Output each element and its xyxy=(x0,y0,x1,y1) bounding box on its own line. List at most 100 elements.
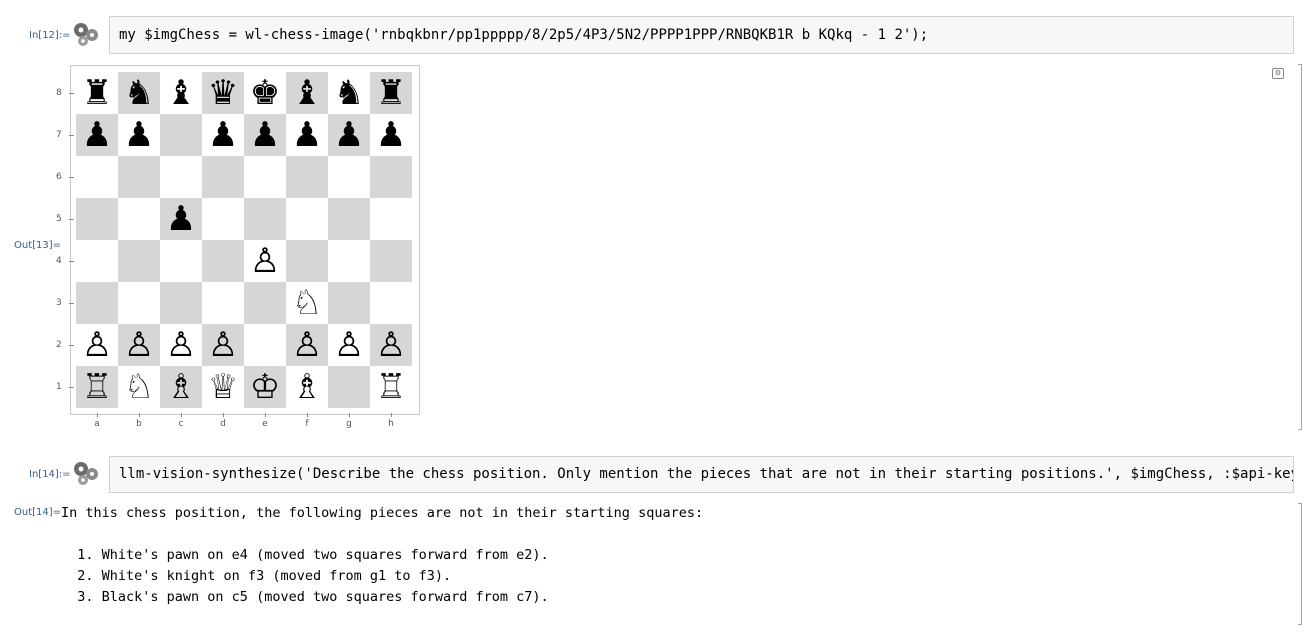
chess-piece: ♙ xyxy=(375,325,407,365)
square-h2: ♙ xyxy=(370,324,412,366)
chess-piece: ♗ xyxy=(165,367,197,407)
square-a8: ♜ xyxy=(76,72,118,114)
chess-piece: ♟ xyxy=(123,115,155,155)
square-e8: ♚ xyxy=(244,72,286,114)
chess-piece: ♟ xyxy=(375,115,407,155)
square-a6 xyxy=(76,156,118,198)
chess-piece: ♔ xyxy=(249,367,281,407)
square-e6 xyxy=(244,156,286,198)
file-label: a xyxy=(94,419,100,429)
rank-tick xyxy=(69,93,74,94)
square-a7: ♟ xyxy=(76,114,118,156)
square-h7: ♟ xyxy=(370,114,412,156)
chess-piece: ♝ xyxy=(291,73,323,113)
chess-piece: ♚ xyxy=(249,73,281,113)
square-b4 xyxy=(118,240,160,282)
rank-label: 1 xyxy=(56,382,62,392)
chess-piece: ♖ xyxy=(81,367,113,407)
rank-label: 2 xyxy=(56,340,62,350)
square-d3 xyxy=(202,282,244,324)
square-h6 xyxy=(370,156,412,198)
square-d1: ♕ xyxy=(202,366,244,408)
file-tick xyxy=(307,413,308,417)
square-g5 xyxy=(328,198,370,240)
llm-output-text: In this chess position, the following pi… xyxy=(61,505,704,605)
square-c8: ♝ xyxy=(160,72,202,114)
square-d4 xyxy=(202,240,244,282)
square-b6 xyxy=(118,156,160,198)
rank-tick xyxy=(69,177,74,178)
file-tick xyxy=(97,413,98,417)
square-f6 xyxy=(286,156,328,198)
chess-piece: ♝ xyxy=(165,73,197,113)
square-e3 xyxy=(244,282,286,324)
cell-bracket-12[interactable] xyxy=(1298,64,1302,430)
chess-piece: ♜ xyxy=(81,73,113,113)
chess-piece: ♕ xyxy=(207,367,239,407)
rank-tick xyxy=(69,261,74,262)
file-tick xyxy=(349,413,350,417)
cell-bracket-14[interactable] xyxy=(1292,503,1302,625)
square-b5 xyxy=(118,198,160,240)
chess-piece: ♙ xyxy=(81,325,113,365)
file-label: g xyxy=(346,419,352,429)
square-c3 xyxy=(160,282,202,324)
rank-tick xyxy=(69,345,74,346)
chess-piece: ♙ xyxy=(333,325,365,365)
square-g2: ♙ xyxy=(328,324,370,366)
square-h3 xyxy=(370,282,412,324)
square-c2: ♙ xyxy=(160,324,202,366)
square-c6 xyxy=(160,156,202,198)
square-b8: ♞ xyxy=(118,72,160,114)
rank-label: 8 xyxy=(56,88,62,98)
rank-tick xyxy=(69,219,74,220)
file-tick xyxy=(139,413,140,417)
square-c1: ♗ xyxy=(160,366,202,408)
square-h5 xyxy=(370,198,412,240)
chess-piece: ♙ xyxy=(249,241,281,281)
chess-piece: ♛ xyxy=(207,73,239,113)
file-label: e xyxy=(262,419,268,429)
square-e4: ♙ xyxy=(244,240,286,282)
square-c7 xyxy=(160,114,202,156)
code-input-cell-12[interactable]: my $imgChess = wl-chess-image('rnbqkbnr/… xyxy=(109,16,1294,54)
evaluate-gears-icon[interactable] xyxy=(71,20,101,52)
square-b3 xyxy=(118,282,160,324)
evaluate-gears-icon-2[interactable] xyxy=(71,459,101,491)
square-h8: ♜ xyxy=(370,72,412,114)
file-label: h xyxy=(388,419,394,429)
square-h4 xyxy=(370,240,412,282)
chess-piece: ♙ xyxy=(123,325,155,365)
square-d7: ♟ xyxy=(202,114,244,156)
chess-piece: ♞ xyxy=(333,73,365,113)
square-a3 xyxy=(76,282,118,324)
file-label: c xyxy=(178,419,184,429)
square-b7: ♟ xyxy=(118,114,160,156)
chess-piece: ♗ xyxy=(291,367,323,407)
square-f8: ♝ xyxy=(286,72,328,114)
square-f2: ♙ xyxy=(286,324,328,366)
square-e7: ♟ xyxy=(244,114,286,156)
code-input-cell-14[interactable]: llm-vision-synthesize('Describe the ches… xyxy=(109,456,1294,493)
rank-tick xyxy=(69,387,74,388)
rank-tick xyxy=(69,303,74,304)
square-a5 xyxy=(76,198,118,240)
square-d8: ♛ xyxy=(202,72,244,114)
file-label: d xyxy=(220,419,226,429)
square-f4 xyxy=(286,240,328,282)
square-e5 xyxy=(244,198,286,240)
output-options-icon[interactable]: ⚙ xyxy=(1272,68,1284,79)
output-label-14: Out[14]= xyxy=(14,507,62,518)
chess-piece: ♙ xyxy=(291,325,323,365)
square-f7: ♟ xyxy=(286,114,328,156)
chess-piece: ♟ xyxy=(207,115,239,155)
square-a1: ♖ xyxy=(76,366,118,408)
chess-piece: ♟ xyxy=(333,115,365,155)
square-g7: ♟ xyxy=(328,114,370,156)
chess-piece: ♟ xyxy=(81,115,113,155)
file-tick xyxy=(223,413,224,417)
square-g3 xyxy=(328,282,370,324)
chess-piece: ♟ xyxy=(291,115,323,155)
file-tick xyxy=(265,413,266,417)
rank-label: 4 xyxy=(56,256,62,266)
